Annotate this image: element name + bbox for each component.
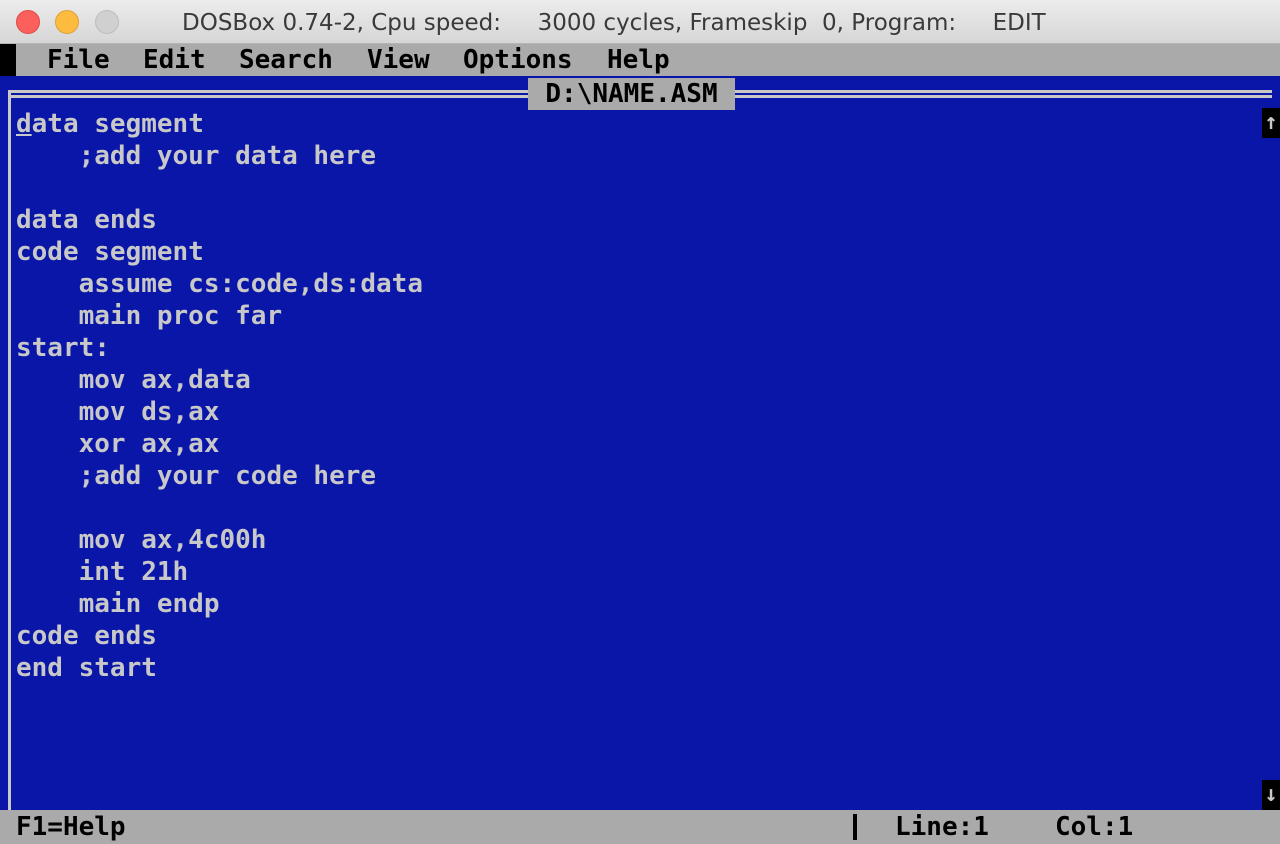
window-title: DOSBox 0.74-2, Cpu speed: 3000 cycles, F… <box>182 10 1046 36</box>
scroll-down-arrow-icon[interactable]: ↓ <box>1262 780 1280 810</box>
minimize-window-button[interactable] <box>55 10 79 34</box>
code-line: code segment <box>16 237 204 267</box>
code-line: main endp <box>16 589 220 619</box>
code-line: mov ax,4c00h <box>16 525 267 555</box>
code-line: int 21h <box>16 557 189 587</box>
scroll-track[interactable] <box>1262 138 1280 780</box>
code-line: data ends <box>16 205 157 235</box>
status-divider <box>853 814 857 840</box>
menu-search[interactable]: Search <box>239 44 333 76</box>
maximize-window-button[interactable] <box>95 10 119 34</box>
code-line: code ends <box>16 621 157 651</box>
menu-help[interactable]: Help <box>607 44 670 76</box>
code-line: main proc far <box>16 301 283 331</box>
code-line: xor ax,ax <box>16 429 220 459</box>
editor-frame-left <box>8 90 11 810</box>
code-line: assume cs:code,ds:data <box>16 269 423 299</box>
code-line: mov ds,ax <box>16 397 220 427</box>
window-titlebar: DOSBox 0.74-2, Cpu speed: 3000 cycles, F… <box>0 0 1280 44</box>
status-bar: F1=Help Line:1 Col:1 <box>0 810 1280 844</box>
code-line: end start <box>16 653 157 683</box>
line-indicator: Line:1 <box>895 812 989 842</box>
code-line: ;add your code here <box>16 461 377 491</box>
scroll-up-arrow-icon[interactable]: ↑ <box>1262 108 1280 138</box>
menu-view[interactable]: View <box>367 44 430 76</box>
code-line: start: <box>16 333 110 363</box>
code-line: ;add your data here <box>16 141 377 171</box>
close-window-button[interactable] <box>16 10 40 34</box>
code-line: data segment <box>16 108 1260 140</box>
dos-screen: File Edit Search View Options Help D:\NA… <box>0 44 1280 844</box>
file-title: D:\NAME.ASM <box>528 78 735 110</box>
help-hint[interactable]: F1=Help <box>16 810 126 844</box>
menu-file[interactable]: File <box>47 44 110 76</box>
code-line: mov ax,data <box>16 365 251 395</box>
menu-bar: File Edit Search View Options Help <box>0 44 1280 76</box>
vertical-scrollbar[interactable]: ↑ ↓ <box>1262 108 1280 810</box>
editor-window: D:\NAME.ASM data segment ;add your data … <box>0 76 1280 810</box>
text-cursor: d <box>16 109 32 139</box>
column-indicator: Col:1 <box>1055 812 1134 842</box>
menu-edit[interactable]: Edit <box>143 44 206 76</box>
code-line-text: ata segment <box>31 109 204 139</box>
menu-options[interactable]: Options <box>463 44 573 76</box>
code-editor[interactable]: data segment ;add your data here data en… <box>16 108 1260 810</box>
